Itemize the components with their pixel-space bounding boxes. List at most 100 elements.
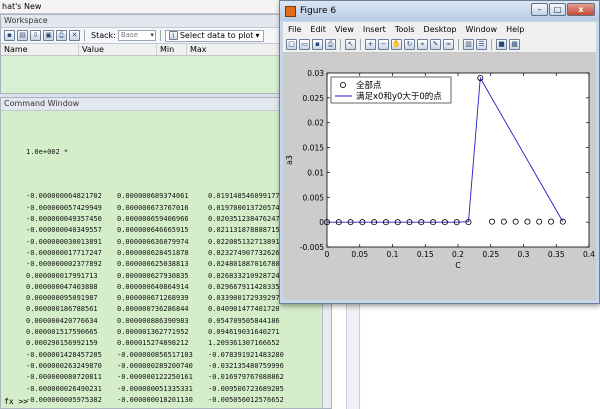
zoom-in-icon[interactable]: + [365,38,376,50]
whats-new-label: hat's New [2,2,42,11]
figure-canvas[interactable]: 0 0.05 0.1 0.15 0.2 0.25 0.3 0.35 0.4 -0.005 0 0.00… [283,53,596,300]
plot-icon: ⌇ [168,31,178,40]
plot-svg: 0 0.05 0.1 0.15 0.2 0.25 0.3 0.35 0.4-0.00500.00… [285,69,595,270]
matrix-cell: 0.000000659406966 [117,215,189,224]
matrix-cell: 0.000000186788561 [26,305,98,314]
y-axis-label: a3 [285,155,294,165]
matrix-cell: 0.000000736286844 [117,305,189,314]
print-icon[interactable]: ⎙ [56,30,67,41]
matrix-cell: -0.009506723689205 [208,384,284,393]
menu-tools[interactable]: Tools [395,25,415,34]
show-plot-tools-icon[interactable]: ▦ [509,38,520,50]
delete-icon[interactable]: ✕ [69,30,80,41]
toolbar-separator [491,38,492,50]
insert-legend-icon[interactable]: ☰ [476,38,487,50]
matrix-cell: -0.000000030013891 [26,237,102,246]
print-icon[interactable]: ⎙ [325,38,336,50]
y-tick-label: 0.02 [307,119,324,128]
matrix-cell: -0.000000003784935 [117,406,208,408]
stack-dropdown[interactable]: Base [117,30,156,41]
matrix-cell: 0.000000627930835 [117,271,189,280]
x-axis-label: C [455,261,461,270]
new-variable-icon[interactable]: ▪ [4,30,15,41]
figure-title: Figure 6 [300,6,337,16]
x-tick-label: 0.2 [452,250,464,259]
matrix-row: -0.000000263249870 -0.000000289200740 -0.0… [26,361,323,372]
rotate-icon[interactable]: ↻ [404,38,415,50]
workspace-panel: Workspace ▪ ▤ ⇩ ▣ ⎙ ✕ Stack: Base ⌇ Sele… [0,14,283,94]
figure-titlebar[interactable]: Figure 6 – □ x [280,1,599,21]
column-header-max[interactable]: Max [187,44,247,55]
save-workspace-icon[interactable]: ▣ [43,30,54,41]
matrix-cell: -0.000001428457205 [26,350,102,359]
x-tick-label: 0.05 [351,250,368,259]
matrix-cell: -0.000000017717247 [26,248,102,257]
zoom-out-icon[interactable]: − [378,38,389,50]
link-plot-icon[interactable]: ∞ [443,38,454,50]
figure-menubar: File Edit View Insert Tools Desktop Wind… [283,22,596,36]
matrix-cell: 0.000001362771952 [117,328,189,337]
open-variable-icon[interactable]: ▤ [17,30,28,41]
menu-help[interactable]: Help [506,25,524,34]
close-button[interactable]: x [567,3,595,16]
minimize-button[interactable]: – [531,3,548,16]
insert-colorbar-icon[interactable]: ▥ [463,38,474,50]
data-cursor-icon[interactable]: ⌖ [417,38,428,50]
column-header-name[interactable]: Name [1,44,79,55]
matrix-cell: 0.000000673767016 [117,203,189,212]
matrix-cell: -0.000000049357450 [26,215,102,224]
column-header-min[interactable]: Min [157,44,187,55]
matrix-cell: 0.000000886390983 [117,316,189,325]
x-tick-label: 0.4 [583,250,595,259]
open-file-icon[interactable]: ▭ [299,38,310,50]
matrix-row: 0.000290156992159 0.000015274898212 1.2093… [26,338,323,349]
matrix-cell: 0.000000625038813 [117,260,189,269]
column-header-value[interactable]: Value [79,44,157,55]
menu-desktop[interactable]: Desktop [424,25,457,34]
figure-window: Figure 6 – □ x File Edit View Insert Too… [279,0,600,304]
y-tick-label: 0.015 [303,144,325,153]
maximize-button[interactable]: □ [549,3,566,16]
matrix-row: -0.000000005975382 -0.000000018201130 -0.0… [26,395,323,406]
matrix-cell: 0.094619031640271 [208,328,280,337]
matrix-cell: -0.000000122250161 [117,373,193,382]
menu-file[interactable]: File [288,25,301,34]
new-figure-icon[interactable]: □ [286,38,297,50]
menu-insert[interactable]: Insert [363,25,386,34]
menu-view[interactable]: View [335,25,354,34]
matrix-cell: -0.000000080720811 [26,373,102,382]
command-window-output[interactable]: 1.0e+002 * -0.000000064821702 0.000000689… [1,111,323,408]
matrix-cell: 0.054709505844186 [208,316,280,325]
menu-edit[interactable]: Edit [310,25,326,34]
workspace-variable-list[interactable] [1,56,282,93]
legend-label: 全部点 [356,80,382,91]
workspace-column-headers: Name Value Min Max [1,44,282,56]
matlab-figure-icon [285,5,296,17]
matrix-cell: 0.000000640864914 [117,282,189,291]
menu-window[interactable]: Window [466,25,498,34]
matrix-cell: -0.000000002377892 [26,260,102,269]
matrix-cell: -0.000000051335331 [117,384,193,393]
brush-icon[interactable]: ✎ [430,38,441,50]
plot-data-dropdown[interactable]: ⌇ Select data to plot ▾ [164,29,264,42]
save-icon[interactable]: ▪ [312,38,323,50]
matrix-cell: 0.040901477401720 [208,305,280,314]
hide-plot-tools-icon[interactable]: ■ [496,38,507,50]
matrix-cell: -0.000000005975382 [26,395,102,404]
whats-new-tab[interactable]: hat's New [0,0,283,14]
matrix-cell: -0.016979767088862 [208,373,284,382]
command-prompt[interactable]: fx >> [4,397,28,406]
matrix-cell: -0.000000064821702 [26,192,102,201]
matrix-cell: 0.000001517590665 [26,328,98,337]
matrix-cell: 0.000000095091987 [26,294,98,303]
edit-plot-icon[interactable]: ↖ [345,38,356,50]
matrix-cell: -0.078391921483280 [208,350,284,359]
toolbar-separator [159,30,161,41]
desktop-splitter[interactable] [346,300,360,409]
pan-icon[interactable]: ✋ [391,38,402,50]
matrix-cell: -0.005056012576652 [208,395,284,404]
import-data-icon[interactable]: ⇩ [30,30,41,41]
matrix-cell: -0.000000040349557 [26,226,102,235]
toolbar-separator [340,38,341,50]
matrix-cell: 0.000000671268939 [117,294,189,303]
